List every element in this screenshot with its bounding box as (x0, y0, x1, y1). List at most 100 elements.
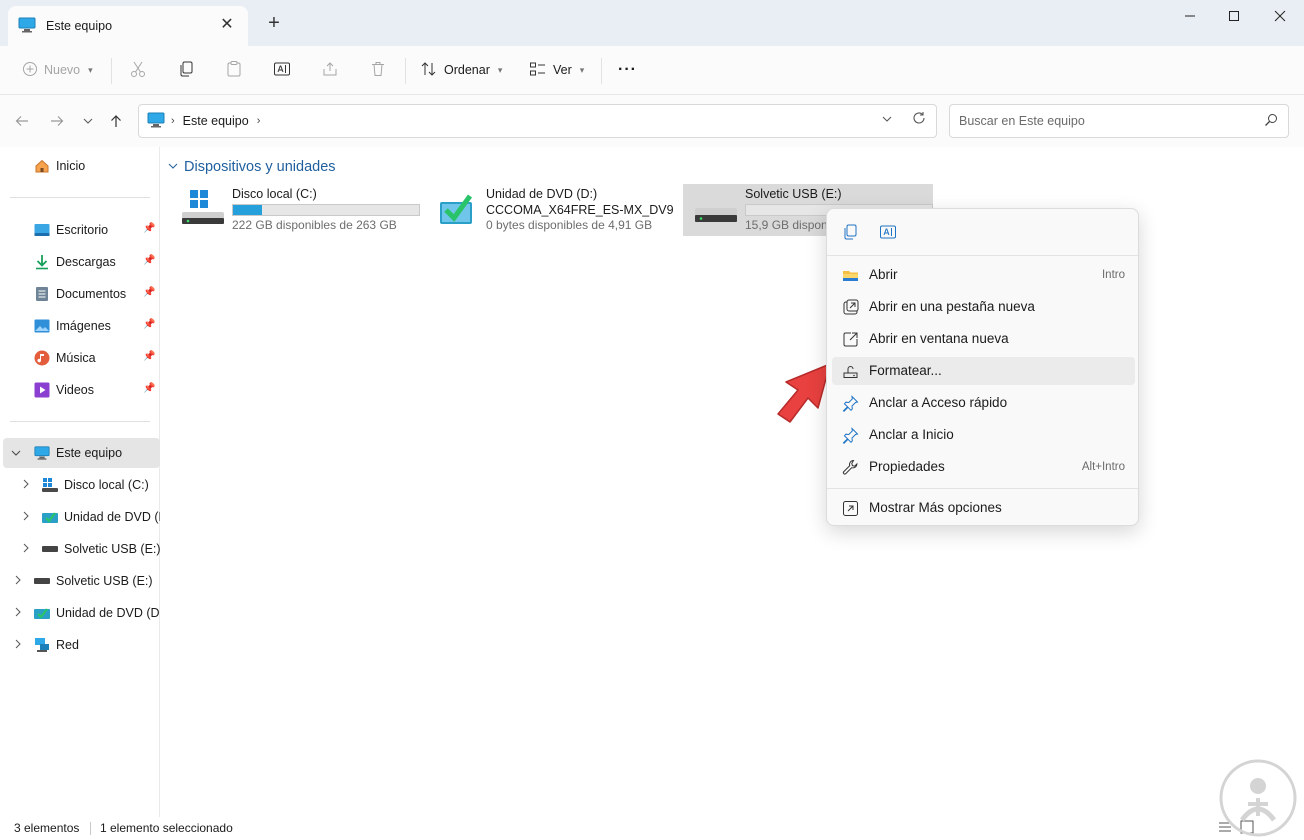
more-options-icon (842, 500, 859, 517)
tab-title: Este equipo (46, 19, 113, 33)
menu-item-anclar-acceso-rapido[interactable]: Anclar a Acceso rápido (832, 389, 1135, 417)
menu-item-abrir-pestana[interactable]: Abrir en una pestaña nueva (832, 293, 1135, 321)
menu-item-label: Mostrar Más opciones (869, 500, 1002, 515)
menu-item-label: Abrir en una pestaña nueva (869, 299, 1035, 314)
sidebar-item-label: Solvetic USB (E:) (56, 574, 153, 588)
sidebar-item-unidad-dvd[interactable]: Unidad de DVD (D (0, 502, 168, 532)
chevron-right-icon[interactable]: › (171, 115, 175, 127)
sidebar-item-label: Unidad de DVD (D:) (56, 606, 168, 620)
chevron-right-icon[interactable] (21, 543, 31, 556)
menu-item-abrir[interactable]: Abrir Intro (832, 261, 1135, 289)
menu-item-anclar-inicio[interactable]: Anclar a Inicio (832, 421, 1135, 449)
chevron-right-icon[interactable] (21, 479, 31, 492)
pin-icon[interactable]: 📌 (143, 351, 155, 362)
selection-count: 1 elemento seleccionado (100, 821, 233, 835)
copy-icon[interactable] (841, 223, 859, 241)
title-bar: Este equipo ✕ + (0, 0, 1304, 46)
chevron-down-icon: ▾ (88, 64, 93, 75)
computer-icon (147, 112, 165, 131)
sidebar-item-label: Unidad de DVD (D (64, 510, 168, 524)
paste-button[interactable] (225, 56, 243, 84)
sidebar-item-documentos[interactable]: Documentos 📌 (0, 279, 157, 309)
desktop-icon (34, 222, 50, 238)
chevron-down-icon[interactable] (882, 114, 892, 127)
close-tab-icon[interactable]: ✕ (218, 16, 236, 34)
copy-button[interactable] (177, 56, 195, 84)
sidebar-item-inicio[interactable]: Inicio (0, 151, 157, 181)
address-bar[interactable]: › Este equipo › (138, 104, 937, 138)
drive-item-disco-local[interactable]: Disco local (C:) 222 GB disponibles de 2… (170, 184, 420, 236)
pin-icon[interactable]: 📌 (143, 223, 155, 234)
menu-item-propiedades[interactable]: Propiedades Alt+Intro (832, 453, 1135, 481)
sidebar-item-solvetic-usb-root[interactable]: Solvetic USB (E:) (0, 566, 157, 596)
chevron-right-icon[interactable] (13, 607, 23, 620)
divider (827, 255, 1140, 256)
sort-icon (420, 60, 438, 81)
folder-icon (842, 267, 859, 284)
rename-button[interactable] (273, 56, 291, 84)
menu-item-mostrar-mas-opciones[interactable]: Mostrar Más opciones (832, 494, 1135, 522)
minimize-button[interactable] (1166, 0, 1214, 32)
menu-item-label: Abrir en ventana nueva (869, 331, 1009, 346)
group-header[interactable]: Dispositivos y unidades (168, 159, 336, 175)
divider (601, 58, 602, 84)
rename-icon[interactable] (879, 223, 897, 241)
menu-item-label: Anclar a Acceso rápido (869, 395, 1008, 410)
sidebar-item-unidad-dvd-root[interactable]: Unidad de DVD (D:) (0, 598, 167, 628)
sidebar-item-label: Red (56, 638, 79, 652)
sidebar-item-red[interactable]: Red (0, 630, 157, 660)
chevron-down-icon[interactable] (11, 448, 21, 461)
view-button[interactable]: Ver ▾ (529, 56, 584, 84)
sidebar-item-solvetic-usb[interactable]: Solvetic USB (E:) (0, 534, 161, 564)
chevron-right-icon[interactable]: › (257, 115, 261, 127)
chevron-right-icon[interactable] (13, 575, 23, 588)
sidebar-item-este-equipo[interactable]: Este equipo (3, 438, 160, 468)
pin-icon[interactable]: 📌 (143, 319, 155, 330)
maximize-button[interactable] (1210, 0, 1258, 32)
pin-icon[interactable]: 📌 (143, 255, 155, 266)
sidebar-item-label: Escritorio (56, 223, 109, 237)
menu-item-abrir-ventana[interactable]: Abrir en ventana nueva (832, 325, 1135, 353)
back-button[interactable] (12, 111, 32, 131)
tab-este-equipo[interactable]: Este equipo ✕ (8, 6, 248, 46)
home-icon (34, 158, 50, 174)
chevron-right-icon[interactable] (13, 639, 23, 652)
close-window-button[interactable] (1256, 0, 1304, 32)
recent-locations-button[interactable] (78, 111, 98, 131)
divider (10, 421, 150, 422)
status-bar: 3 elementos 1 elemento seleccionado (0, 817, 1304, 840)
new-tab-button[interactable]: + (264, 12, 284, 34)
documents-icon (34, 286, 50, 302)
refresh-icon[interactable] (912, 111, 926, 129)
pin-icon[interactable]: 📌 (143, 383, 155, 394)
drive-item-unidad-dvd[interactable]: Unidad de DVD (D:) CCCOMA_X64FRE_ES-MX_D… (424, 184, 674, 236)
menu-item-label: Anclar a Inicio (869, 427, 954, 442)
up-button[interactable] (106, 111, 126, 131)
sort-button[interactable]: Ordenar ▾ (420, 56, 502, 84)
sidebar-item-imagenes[interactable]: Imágenes 📌 (0, 311, 157, 341)
delete-button[interactable] (369, 56, 387, 84)
cut-button[interactable] (129, 56, 147, 84)
chevron-right-icon[interactable] (21, 511, 31, 524)
plus-circle-icon (22, 61, 38, 80)
sidebar-item-disco-local[interactable]: Disco local (C:) (0, 470, 157, 500)
menu-item-label: Propiedades (869, 459, 945, 474)
new-button[interactable]: Nuevo ▾ (22, 56, 93, 84)
menu-item-formatear[interactable]: Formatear... (832, 357, 1135, 385)
network-icon (34, 637, 50, 653)
sidebar-item-musica[interactable]: Música 📌 (0, 343, 157, 373)
drive-volume-label: CCCOMA_X64FRE_ES-MX_DV9 (486, 203, 674, 217)
sidebar-item-descargas[interactable]: Descargas 📌 (0, 247, 157, 277)
open-in-new-tab-icon (842, 299, 859, 316)
sidebar-item-escritorio[interactable]: Escritorio 📌 (0, 215, 157, 245)
search-icon[interactable] (1264, 113, 1278, 130)
more-options-button[interactable]: ··· (618, 56, 637, 84)
sidebar-item-videos[interactable]: Videos 📌 (0, 375, 157, 405)
share-button[interactable] (321, 56, 339, 84)
forward-button[interactable] (47, 111, 67, 131)
format-drive-icon (842, 363, 859, 380)
pin-icon[interactable]: 📌 (143, 287, 155, 298)
breadcrumb-este-equipo[interactable]: Este equipo (183, 114, 249, 128)
search-input[interactable]: Buscar en Este equipo (949, 104, 1289, 138)
windows-drive-icon (42, 477, 58, 493)
